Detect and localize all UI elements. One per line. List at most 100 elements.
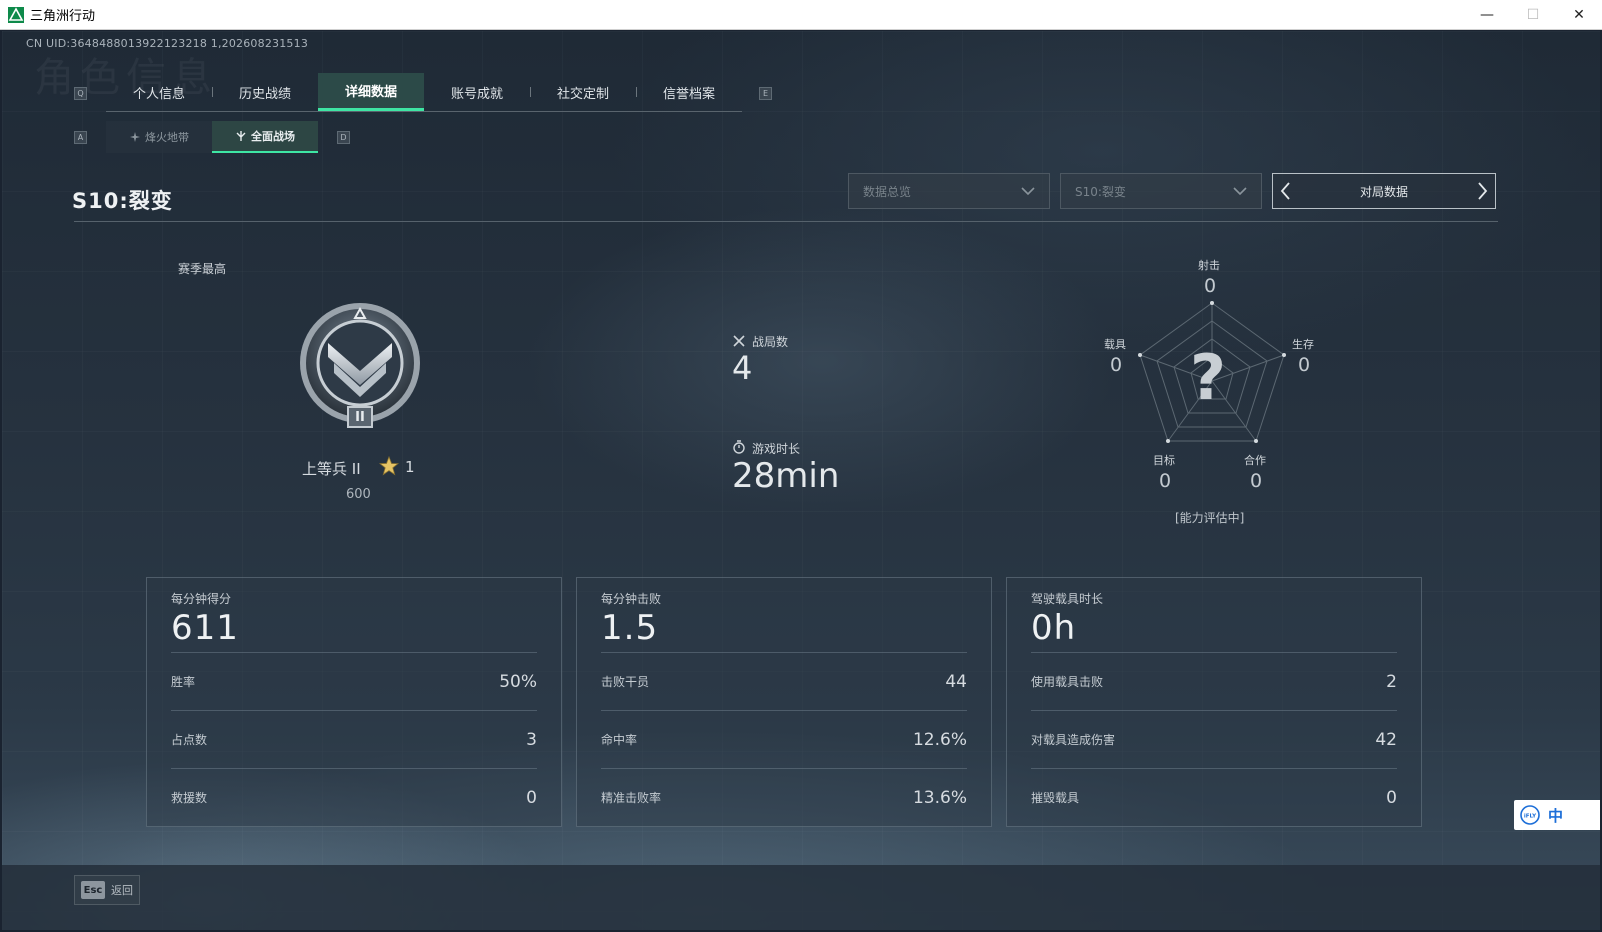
- radar-axis-vehicle-value: 0: [1110, 354, 1123, 376]
- ime-logo-text: iFLY: [1524, 814, 1537, 820]
- uid-label: CN UID:3648488013922123218 1,20260823151…: [26, 37, 309, 50]
- chevron-left-icon: [1280, 182, 1290, 200]
- panel-head-label: 每分钟击败: [601, 592, 662, 606]
- crossed-swords-icon: [733, 335, 745, 347]
- maximize-button[interactable]: ☐: [1510, 0, 1556, 30]
- panel-row: 命中率 12.6%: [601, 710, 967, 768]
- row-value: 13.6%: [912, 787, 967, 808]
- radar-axis-objective-label: 目标: [1153, 454, 1175, 467]
- kills-panel: 每分钟击败 1.5 击败干员 44 命中率 12.6% 精准击败率 13.6%: [576, 577, 992, 827]
- playtime-label: 游戏时长: [752, 442, 801, 456]
- ime-toolbar[interactable]: iFLY 中: [1514, 800, 1600, 830]
- ime-mode[interactable]: 中: [1548, 805, 1563, 826]
- radar-axis-survival-value: 0: [1298, 354, 1311, 376]
- prev-tab-key[interactable]: Q: [74, 87, 87, 100]
- row-value: 0: [1386, 787, 1397, 808]
- stopwatch-icon: [733, 440, 745, 454]
- rank-star-count: 1: [405, 458, 415, 476]
- back-button[interactable]: Esc 返回: [74, 875, 140, 905]
- main-tabs: 个人信息 历史战绩 详细数据 账号成就 社交定制 信誉档案: [106, 73, 742, 112]
- panel-row: 使用载具击败 2: [1031, 652, 1397, 710]
- radar-status: [能力评估中]: [1175, 511, 1245, 525]
- row-label: 救援数: [171, 791, 208, 805]
- mode-subtabs: 烽火地带 全面战场: [106, 121, 318, 153]
- stepper-value: 对局数据: [1359, 184, 1408, 199]
- subtab-battlefield[interactable]: 全面战场: [212, 121, 318, 153]
- back-label: 返回: [111, 884, 133, 897]
- panel-row: 击败干员 44: [601, 652, 967, 710]
- row-label: 占点数: [171, 733, 208, 747]
- tab-reputation[interactable]: 信誉档案: [636, 73, 742, 111]
- subtab-flame-zone[interactable]: 烽火地带: [106, 121, 212, 153]
- app-logo-icon: [8, 6, 24, 23]
- panel-row: 对载具造成伤害 42: [1031, 710, 1397, 768]
- panel-row: 救援数 0: [171, 768, 537, 826]
- radar-axis-shooting-value: 0: [1204, 275, 1217, 297]
- header-divider: [74, 221, 1498, 222]
- radar-axis-vehicle-label: 载具: [1104, 338, 1126, 351]
- score-panel: 每分钟得分 611 胜率 50% 占点数 3 救援数 0: [146, 577, 562, 827]
- season-title: S10:裂变: [72, 189, 173, 213]
- stepper-prev-button[interactable]: [1273, 174, 1299, 208]
- row-value: 50%: [499, 671, 537, 692]
- vehicle-panel: 驾驶载具时长 0h 使用载具击败 2 对载具造成伤害 42 摧毁载具 0: [1006, 577, 1422, 827]
- panel-row: 摧毁载具 0: [1031, 768, 1397, 826]
- row-value: 44: [945, 671, 967, 692]
- tab-achievements[interactable]: 账号成就: [424, 73, 530, 111]
- panel-head-label: 驾驶载具时长: [1031, 592, 1104, 606]
- battlefield-icon: [236, 131, 246, 141]
- row-label: 命中率: [601, 733, 638, 747]
- panel-row: 胜率 50%: [171, 652, 537, 710]
- game-viewport: 角色信息 CN UID:3648488013922123218 1,202608…: [2, 31, 1600, 930]
- row-value: 2: [1386, 671, 1397, 692]
- rank-badge-numeral: II: [355, 409, 365, 425]
- chevron-right-icon: [1478, 182, 1488, 200]
- season-high-label: 赛季最高: [178, 262, 227, 276]
- panel-head-value: 611: [171, 608, 239, 648]
- ifly-logo-icon: iFLY: [1520, 805, 1540, 825]
- bottom-bar: [2, 865, 1600, 930]
- row-label: 摧毁载具: [1031, 791, 1080, 805]
- chevron-down-icon: [1233, 187, 1247, 196]
- subtab-flame-zone-label: 烽火地带: [145, 131, 189, 144]
- tab-detailed-data[interactable]: 详细数据: [318, 73, 424, 111]
- minimize-button[interactable]: —: [1464, 0, 1510, 30]
- tab-social-custom[interactable]: 社交定制: [530, 73, 636, 111]
- playtime-value: 28min: [732, 456, 840, 496]
- panel-row: 占点数 3: [171, 710, 537, 768]
- rank-name: 上等兵 II: [302, 460, 361, 478]
- panel-head-value: 0h: [1031, 608, 1077, 648]
- next-subtab-key[interactable]: D: [337, 131, 350, 144]
- next-tab-key[interactable]: E: [759, 87, 772, 100]
- radar-axis-teamwork-value: 0: [1250, 470, 1263, 492]
- matches-label: 战局数: [752, 335, 789, 349]
- radar-axis-teamwork-label: 合作: [1244, 454, 1266, 467]
- row-value: 42: [1375, 729, 1397, 750]
- close-button[interactable]: ✕: [1556, 0, 1602, 30]
- window-titlebar: 三角洲行动 — ☐ ✕: [0, 0, 1602, 30]
- row-label: 对载具造成伤害: [1031, 733, 1116, 747]
- radar-axis-shooting-label: 射击: [1198, 259, 1220, 272]
- flame-zone-icon: [130, 132, 140, 142]
- row-label: 精准击败率: [601, 791, 662, 805]
- row-value: 3: [526, 729, 537, 750]
- row-value: 0: [526, 787, 537, 808]
- subtab-battlefield-label: 全面战场: [251, 130, 295, 143]
- mode-stepper: 对局数据: [1272, 173, 1496, 209]
- radar-axis-survival-label: 生存: [1292, 338, 1314, 351]
- panel-head-value: 1.5: [601, 608, 659, 648]
- data-type-value: 数据总览: [863, 184, 912, 199]
- row-label: 胜率: [171, 675, 196, 689]
- data-type-dropdown[interactable]: 数据总览: [848, 173, 1050, 209]
- tab-personal-info[interactable]: 个人信息: [106, 73, 212, 111]
- tab-match-history[interactable]: 历史战绩: [212, 73, 318, 111]
- window-title: 三角洲行动: [30, 9, 96, 24]
- matches-value: 4: [732, 349, 753, 387]
- esc-key-icon: Esc: [81, 881, 105, 899]
- season-dropdown[interactable]: S10:裂变: [1060, 173, 1262, 209]
- stepper-next-button[interactable]: [1469, 174, 1495, 208]
- prev-subtab-key[interactable]: A: [74, 131, 87, 144]
- season-value: S10:裂变: [1075, 184, 1126, 199]
- radar-placeholder: ?: [1190, 341, 1226, 414]
- panel-row: 精准击败率 13.6%: [601, 768, 967, 826]
